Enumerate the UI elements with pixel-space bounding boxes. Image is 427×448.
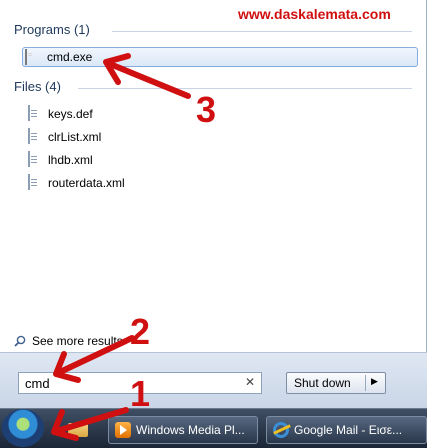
arrow-3 (107, 61, 191, 99)
annotation-arrows (51, 53, 191, 441)
annotation-step-1: 1 (130, 373, 151, 414)
annotation-step-3: 3 (196, 89, 217, 130)
arrow-1 (57, 407, 129, 433)
annotation-step-2: 2 (130, 311, 151, 352)
arrow-2 (57, 335, 135, 375)
